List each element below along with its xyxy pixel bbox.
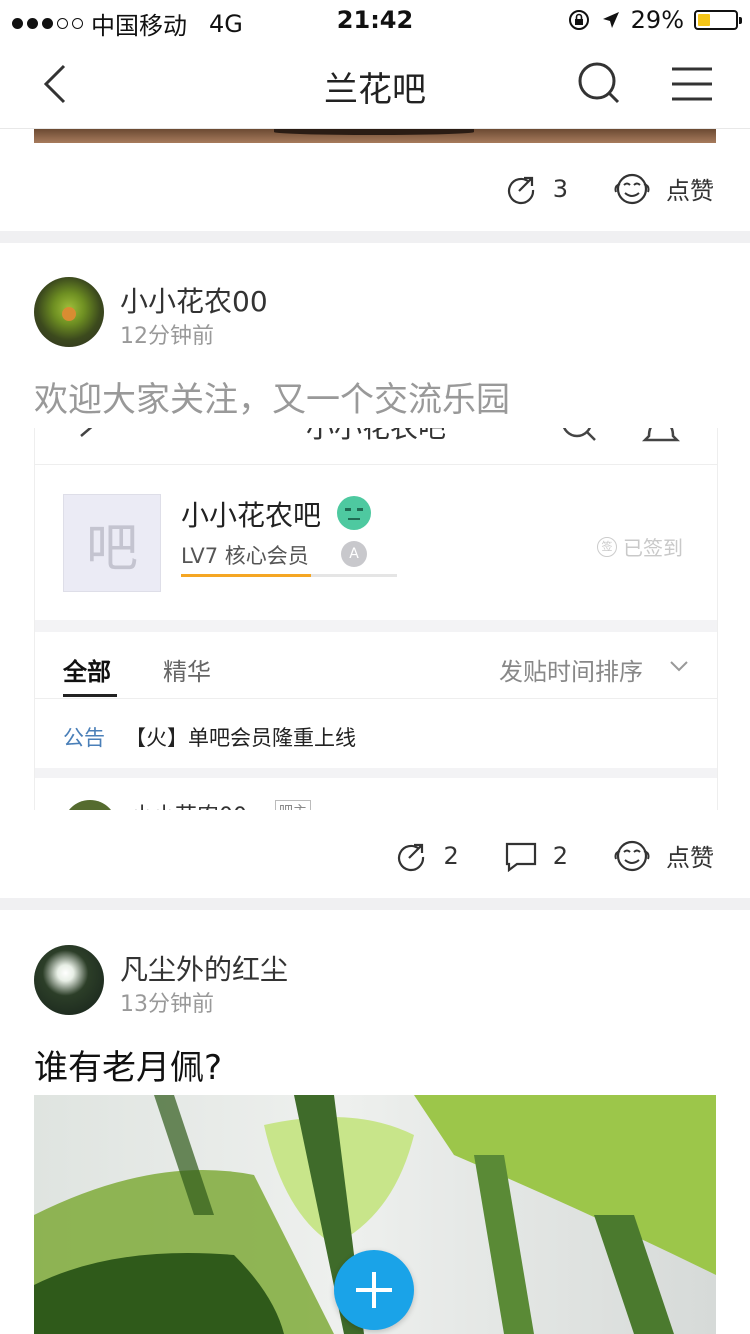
comment-button[interactable]: 2 bbox=[505, 840, 568, 872]
shot-bar-logo: 吧 bbox=[63, 494, 161, 592]
like-button[interactable]: 点赞 bbox=[614, 838, 714, 873]
shot-notice-tag: 公告 bbox=[63, 726, 105, 750]
avatar[interactable] bbox=[34, 277, 104, 347]
username[interactable]: 凡尘外的红尘 bbox=[120, 948, 288, 988]
menu-icon[interactable] bbox=[670, 64, 714, 104]
shot-next-user: 小小花农00 bbox=[131, 798, 247, 810]
share-icon bbox=[398, 843, 425, 871]
like-face-icon bbox=[614, 173, 650, 204]
post-image-screenshot[interactable]: 小小花农吧 吧 小小花农吧 LV7 核心会员 A 签 已签到 全部 精华 发贴时… bbox=[34, 428, 718, 810]
new-post-button[interactable] bbox=[334, 1250, 414, 1330]
shot-nav-title: 小小花农吧 bbox=[35, 428, 717, 446]
shot-signed-badge: 签 已签到 bbox=[597, 532, 683, 561]
share-icon bbox=[507, 176, 534, 204]
shot-emoji-icon bbox=[337, 496, 371, 530]
divider bbox=[0, 898, 750, 910]
shot-sort-label: 发贴时间排序 bbox=[499, 658, 643, 686]
shot-rank-icon: A bbox=[341, 541, 367, 567]
comment-icon bbox=[505, 842, 536, 872]
like-button[interactable]: 点赞 bbox=[614, 171, 714, 206]
share-button[interactable]: 2 bbox=[395, 840, 459, 872]
shot-level: LV7 核心会员 bbox=[181, 544, 309, 568]
plus-icon bbox=[356, 1272, 392, 1308]
post-time: 12分钟前 bbox=[120, 324, 214, 349]
shot-tab-indicator bbox=[63, 694, 117, 697]
search-icon[interactable] bbox=[576, 60, 622, 106]
post-title[interactable]: 欢迎大家关注，又一个交流乐园 bbox=[34, 372, 510, 421]
comment-count: 2 bbox=[552, 841, 568, 870]
page-title: 兰花吧 bbox=[324, 70, 426, 110]
shot-tab-featured: 精华 bbox=[163, 658, 211, 686]
share-count: 3 bbox=[552, 174, 568, 203]
shot-tab-all: 全部 bbox=[63, 658, 111, 686]
shot-chevron-down-icon bbox=[670, 661, 688, 672]
post-time: 13分钟前 bbox=[120, 992, 214, 1017]
battery-icon bbox=[694, 10, 742, 30]
shot-notice-text: 【火】单吧会员隆重上线 bbox=[125, 726, 356, 750]
divider bbox=[0, 231, 750, 243]
shot-next-avatar bbox=[63, 800, 117, 810]
post-card-previous: 3 点赞 bbox=[0, 129, 750, 232]
avatar[interactable] bbox=[34, 945, 104, 1015]
shot-bar-name: 小小花农吧 bbox=[181, 499, 322, 532]
shot-level-bar bbox=[181, 574, 397, 577]
post-image-partial[interactable] bbox=[34, 129, 716, 143]
like-face-icon bbox=[614, 840, 650, 871]
username[interactable]: 小小花农00 bbox=[120, 280, 268, 320]
location-arrow-icon bbox=[602, 12, 619, 28]
shot-signed-text: 已签到 bbox=[623, 536, 683, 560]
nav-bar: 兰花吧 bbox=[0, 40, 750, 129]
share-count: 2 bbox=[443, 841, 459, 870]
like-label: 点赞 bbox=[666, 844, 714, 872]
battery-percent: 29% bbox=[630, 6, 684, 34]
shot-next-badge: 吧主 bbox=[275, 800, 311, 810]
shot-bell-icon bbox=[641, 428, 681, 442]
shot-back-icon bbox=[80, 428, 93, 437]
status-bar: 中国移动 4G 21:42 29% bbox=[0, 0, 750, 40]
rotation-lock-icon bbox=[568, 10, 589, 30]
shot-search-icon bbox=[562, 428, 596, 441]
share-button[interactable]: 3 bbox=[505, 173, 568, 205]
like-label: 点赞 bbox=[666, 177, 714, 205]
post-title[interactable]: 谁有老月佩? bbox=[34, 1040, 222, 1089]
